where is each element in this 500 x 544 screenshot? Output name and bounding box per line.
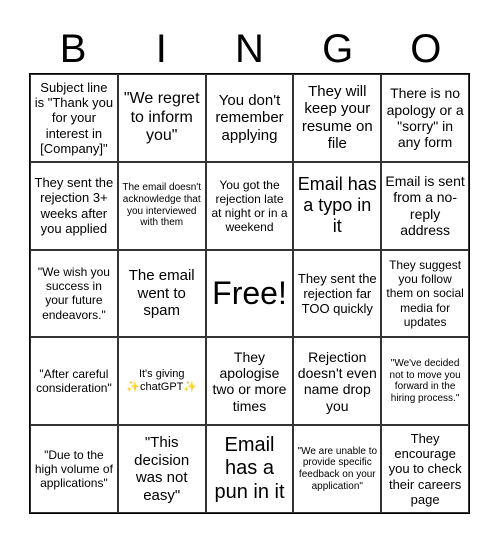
free-space[interactable]: Free!: [205, 249, 294, 338]
bingo-cell[interactable]: They sent the rejection 3+ weeks after y…: [30, 161, 118, 250]
bingo-header: B I N G O: [29, 26, 470, 72]
bingo-cell[interactable]: "We regret to inform you": [117, 74, 206, 162]
bingo-cell[interactable]: Subject line is "Thank you for your inte…: [30, 74, 118, 162]
bingo-cell[interactable]: "We are unable to provide specific feedb…: [293, 425, 382, 513]
bingo-cell[interactable]: The email went to spam: [117, 249, 206, 338]
header-letter-n: N: [235, 27, 264, 71]
bingo-cell[interactable]: Email has a pun in it: [205, 425, 294, 513]
bingo-cell[interactable]: You got the rejection late at night or i…: [205, 161, 294, 250]
bingo-cell[interactable]: The email doesn't acknowledge that you i…: [117, 161, 206, 250]
header-letter-b: B: [59, 27, 87, 71]
bingo-cell[interactable]: "We wish you success in your future ende…: [30, 249, 118, 338]
bingo-cell[interactable]: You don't remember applying: [205, 74, 294, 162]
bingo-cell[interactable]: "After careful consideration": [30, 337, 118, 426]
bingo-cell[interactable]: They sent the rejection far TOO quickly: [293, 249, 382, 338]
bingo-cell[interactable]: There is no apology or a "sorry" in any …: [381, 74, 469, 162]
bingo-cell[interactable]: It's giving ✨chatGPT✨: [117, 337, 206, 426]
bingo-cell[interactable]: They will keep your resume on file: [293, 74, 382, 162]
bingo-cell[interactable]: Email has a typo in it: [293, 161, 382, 250]
bingo-cell[interactable]: "Due to the high volume of applications": [30, 425, 118, 513]
bingo-cell[interactable]: Rejection doesn't even name drop you: [293, 337, 382, 426]
bingo-cell[interactable]: They suggest you follow them on social m…: [381, 249, 469, 338]
header-letter-g: G: [322, 27, 354, 71]
bingo-cell[interactable]: They apologise two or more times: [205, 337, 294, 426]
bingo-cell[interactable]: Email is sent from a no-reply address: [381, 161, 469, 250]
bingo-cell[interactable]: They encourage you to check their career…: [381, 425, 469, 513]
header-letter-i: I: [155, 27, 167, 71]
header-letter-o: O: [410, 27, 442, 71]
bingo-cell[interactable]: "This decision was not easy": [117, 425, 206, 513]
bingo-grid: Subject line is "Thank you for your inte…: [29, 73, 470, 514]
bingo-cell[interactable]: "We've decided not to move you forward i…: [381, 337, 469, 426]
